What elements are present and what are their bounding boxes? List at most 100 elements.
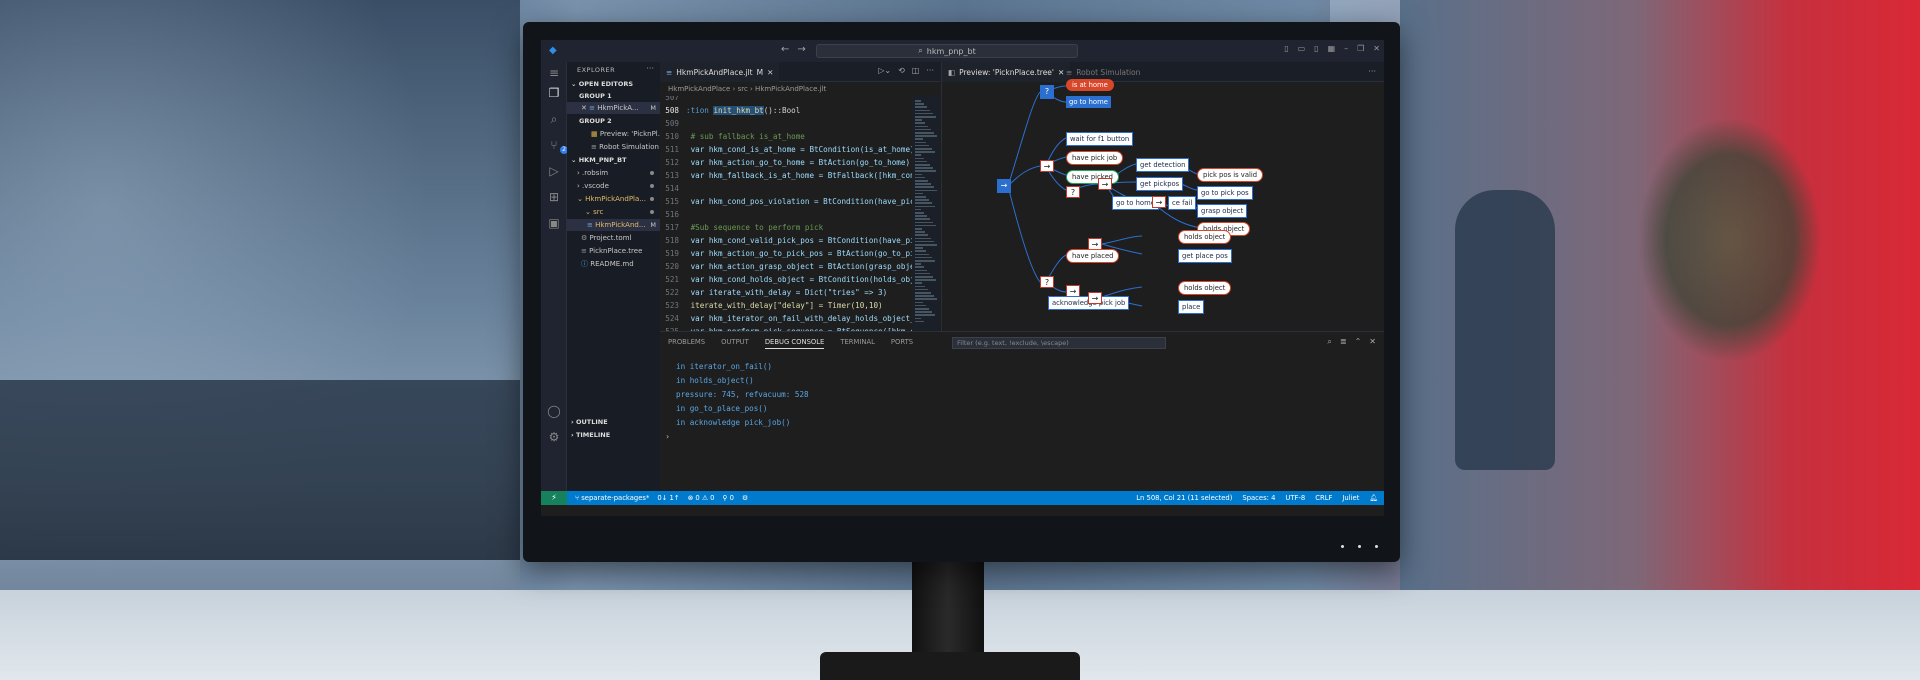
condition-node-have-placed[interactable]: have placed: [1066, 249, 1120, 263]
condition-node-pick-pos-valid[interactable]: pick pos is valid: [1197, 168, 1264, 182]
action-node-place[interactable]: place: [1178, 300, 1205, 314]
notifications-icon[interactable]: 🔔︎: [1369, 494, 1378, 502]
command-center[interactable]: ⌕ hkm_pnp_bt: [816, 44, 1078, 58]
run-debug-icon[interactable]: ▷: [547, 164, 561, 178]
tree-item[interactable]: ≡ HkmPickAnd... M: [567, 219, 660, 231]
action-node-go-to-pick-pos[interactable]: go to pick pos: [1197, 186, 1253, 200]
code-line[interactable]: 524 var hkm_iterator_on_fail_with_delay_…: [660, 312, 912, 325]
clear-console-icon[interactable]: ≣: [1340, 337, 1347, 347]
line-endings[interactable]: CRLF: [1315, 494, 1332, 502]
remote-indicator-icon[interactable]: ⚡: [541, 491, 567, 505]
root-sequence-node[interactable]: →: [997, 179, 1011, 193]
search-icon[interactable]: ⌕: [547, 112, 561, 126]
filter-icon[interactable]: ⌕: [1327, 337, 1331, 347]
tab-debug-console[interactable]: DEBUG CONSOLE: [764, 338, 825, 349]
open-editor-item[interactable]: ▦ Preview: 'PicknPl...: [567, 128, 660, 140]
fallback-node[interactable]: ?: [1040, 276, 1054, 288]
open-editor-item[interactable]: ≡ Robot Simulation: [567, 141, 660, 153]
branch-status[interactable]: ⑂ separate-packages*: [575, 494, 649, 502]
code-line[interactable]: 507: [660, 96, 912, 104]
menu-icon[interactable]: ≡: [547, 66, 561, 80]
toggle-sidebar-icon[interactable]: ▯: [1284, 44, 1288, 53]
breadcrumb[interactable]: HkmPickAndPlace › src › HkmPickAndPlace.…: [660, 82, 940, 96]
run-icon[interactable]: ▷⌄: [878, 66, 891, 75]
condition-node-is-at-home[interactable]: is at home: [1066, 79, 1114, 91]
code-line[interactable]: 510 # sub fallback is_at_home: [660, 130, 912, 143]
fallback-node[interactable]: ?: [1040, 85, 1054, 99]
close-icon[interactable]: ✕: [1373, 44, 1380, 53]
sync-status[interactable]: 0↓ 1↑: [657, 494, 679, 502]
tree-item[interactable]: › .vscode: [567, 180, 660, 192]
remote-explorer-icon[interactable]: ▣: [547, 216, 561, 230]
nav-arrows-icon[interactable]: ←→: [781, 44, 814, 55]
action-node-go-to-home[interactable]: go to home: [1066, 96, 1111, 108]
split-editor-icon[interactable]: ◫: [912, 66, 920, 75]
code-line[interactable]: 515 var hkm_cond_pos_violation = BtCondi…: [660, 195, 912, 208]
code-line[interactable]: 516: [660, 208, 912, 221]
code-line[interactable]: 511 var hkm_cond_is_at_home = BtConditio…: [660, 143, 912, 156]
code-line[interactable]: 517 #Sub sequence to perform pick: [660, 221, 912, 234]
action-node-wait-f1[interactable]: wait for f1 button: [1066, 132, 1134, 146]
fallback-node[interactable]: ?: [1066, 186, 1080, 198]
restore-icon[interactable]: ❐: [1357, 44, 1364, 53]
code-line[interactable]: 514: [660, 182, 912, 195]
sequence-node[interactable]: →: [1040, 160, 1054, 172]
problems-status[interactable]: ⊗ 0 ⚠ 0: [688, 494, 715, 502]
layout-icon[interactable]: ▦: [1328, 44, 1336, 53]
sequence-node[interactable]: →: [1152, 196, 1166, 208]
sequence-node[interactable]: →: [1098, 178, 1112, 190]
action-node-grasp-object[interactable]: grasp object: [1197, 204, 1248, 218]
toggle-panel-icon[interactable]: ▭: [1298, 44, 1306, 53]
tab-problems[interactable]: PROBLEMS: [668, 338, 705, 349]
tab-ports[interactable]: PORTS: [891, 338, 913, 349]
project-header[interactable]: ⌄ HKM_PNP_BT: [567, 154, 660, 166]
extensions-icon[interactable]: ⊞: [547, 190, 561, 204]
more-actions-icon[interactable]: ···: [646, 64, 654, 73]
explorer-icon[interactable]: ❐: [547, 86, 561, 100]
tree-item[interactable]: › .robsim: [567, 167, 660, 179]
encoding[interactable]: UTF-8: [1285, 494, 1305, 502]
ports-status[interactable]: ⚲ 0: [722, 494, 733, 502]
debug-icon[interactable]: ⚙: [742, 494, 748, 502]
cursor-position[interactable]: Ln 508, Col 21 (11 selected): [1136, 494, 1232, 502]
account-icon[interactable]: ◯: [547, 404, 561, 418]
source-control-icon[interactable]: ⑂ 2: [547, 138, 568, 154]
code-line[interactable]: 521 var hkm_cond_holds_object = BtCondit…: [660, 273, 912, 286]
action-node-get-detection[interactable]: get detection: [1136, 158, 1190, 172]
preview-tab[interactable]: ◧ Preview: 'PicknPlace.tree' ✕: [942, 62, 1071, 82]
console-filter-input[interactable]: Filter (e.g. text, !exclude, \escape): [952, 337, 1166, 349]
action-node-get-pickpos[interactable]: get pickpos: [1136, 177, 1184, 191]
code-line[interactable]: 512 var hkm_action_go_to_home = BtAction…: [660, 156, 912, 169]
tree-item[interactable]: ⌄ src: [567, 206, 660, 218]
close-tab-icon[interactable]: ✕: [767, 68, 773, 77]
code-line[interactable]: 509: [660, 117, 912, 130]
code-editor[interactable]: 507 508:tion init_hkm_bt()::Bool 509 510 # …: [660, 96, 912, 331]
code-line[interactable]: 518 var hkm_cond_valid_pick_pos = BtCond…: [660, 234, 912, 247]
outline-header[interactable]: › OUTLINE: [567, 416, 660, 428]
code-line[interactable]: 523 iterate_with_delay["delay"] = Timer(…: [660, 299, 912, 312]
editor-tab[interactable]: ≡ HkmPickAndPlace.jlt M ✕: [660, 62, 780, 82]
sequence-node[interactable]: →: [1088, 292, 1102, 304]
minimize-icon[interactable]: –: [1344, 44, 1348, 53]
tree-item[interactable]: ⓘ README.md: [567, 258, 660, 270]
tree-item[interactable]: ⌄ HkmPickAndPla...: [567, 193, 660, 205]
code-line[interactable]: 522 var iterate_with_delay = Dict("tries…: [660, 286, 912, 299]
more-actions-icon[interactable]: ···: [1368, 67, 1376, 76]
console-prompt[interactable]: ›: [666, 432, 669, 441]
action-node-get-place-pos[interactable]: get place pos: [1178, 249, 1232, 263]
open-changes-icon[interactable]: ⟲: [898, 66, 905, 75]
code-line[interactable]: 520 var hkm_action_grasp_object = BtActi…: [660, 260, 912, 273]
settings-gear-icon[interactable]: ⚙: [547, 430, 561, 444]
toggle-secondary-sidebar-icon[interactable]: ▯: [1314, 44, 1318, 53]
tab-output[interactable]: OUTPUT: [721, 338, 749, 349]
more-actions-icon[interactable]: ···: [926, 66, 934, 75]
code-line[interactable]: 513 var hkm_fallback_is_at_home = BtFall…: [660, 169, 912, 182]
minimap[interactable]: [912, 96, 940, 331]
tab-terminal[interactable]: TERMINAL: [840, 338, 875, 349]
language-mode[interactable]: Juliet: [1342, 494, 1359, 502]
iterator-node-fail[interactable]: ce fail: [1168, 196, 1197, 210]
condition-node-have-pick-job[interactable]: have pick job: [1066, 151, 1124, 165]
maximize-panel-icon[interactable]: ⌃: [1355, 337, 1362, 347]
condition-node-holds-object[interactable]: holds object: [1178, 230, 1232, 244]
condition-node-holds-object[interactable]: holds object: [1178, 281, 1232, 295]
